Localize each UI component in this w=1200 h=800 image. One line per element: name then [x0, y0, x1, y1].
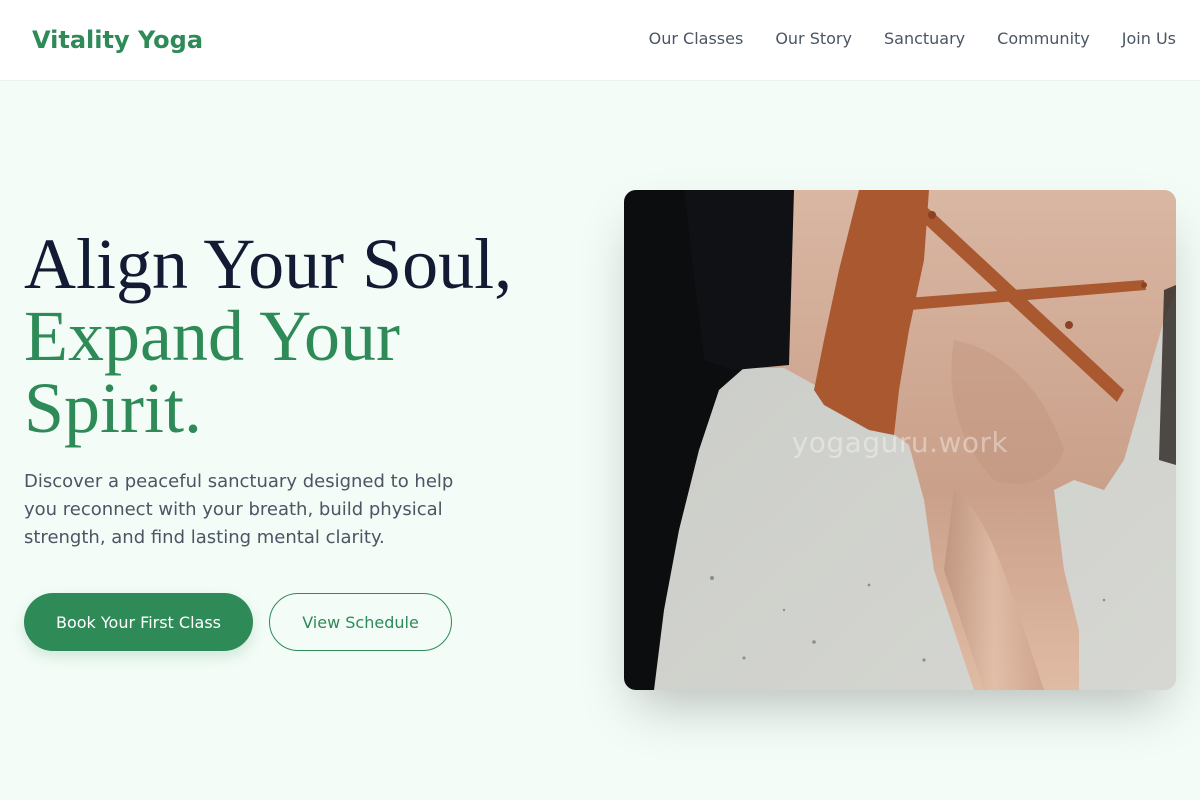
nav-item-community[interactable]: Community — [997, 28, 1090, 50]
nav-item-sanctuary[interactable]: Sanctuary — [884, 28, 965, 50]
book-first-class-button[interactable]: Book Your First Class — [24, 593, 253, 651]
hero-headline-accent: Expand Your Spirit. — [24, 296, 401, 448]
hero-image: yogaguru.work — [624, 190, 1176, 690]
nav-item-our-classes[interactable]: Our Classes — [649, 28, 744, 50]
nav-item-join-us[interactable]: Join Us — [1122, 28, 1176, 50]
hero-headline-line1: Align Your Soul, — [24, 224, 513, 304]
main-nav: Our Classes Our Story Sanctuary Communit… — [649, 28, 1176, 50]
hero-headline: Align Your Soul, Expand Your Spirit. — [24, 228, 584, 444]
nav-item-our-story[interactable]: Our Story — [775, 28, 852, 50]
view-schedule-button[interactable]: View Schedule — [269, 593, 452, 651]
site-header: Vitality Yoga Our Classes Our Story Sanc… — [0, 0, 1200, 81]
brand-logo[interactable]: Vitality Yoga — [32, 24, 203, 56]
image-watermark: yogaguru.work — [791, 426, 1009, 459]
hero-subtext: Discover a peaceful sanctuary designed t… — [24, 471, 454, 548]
